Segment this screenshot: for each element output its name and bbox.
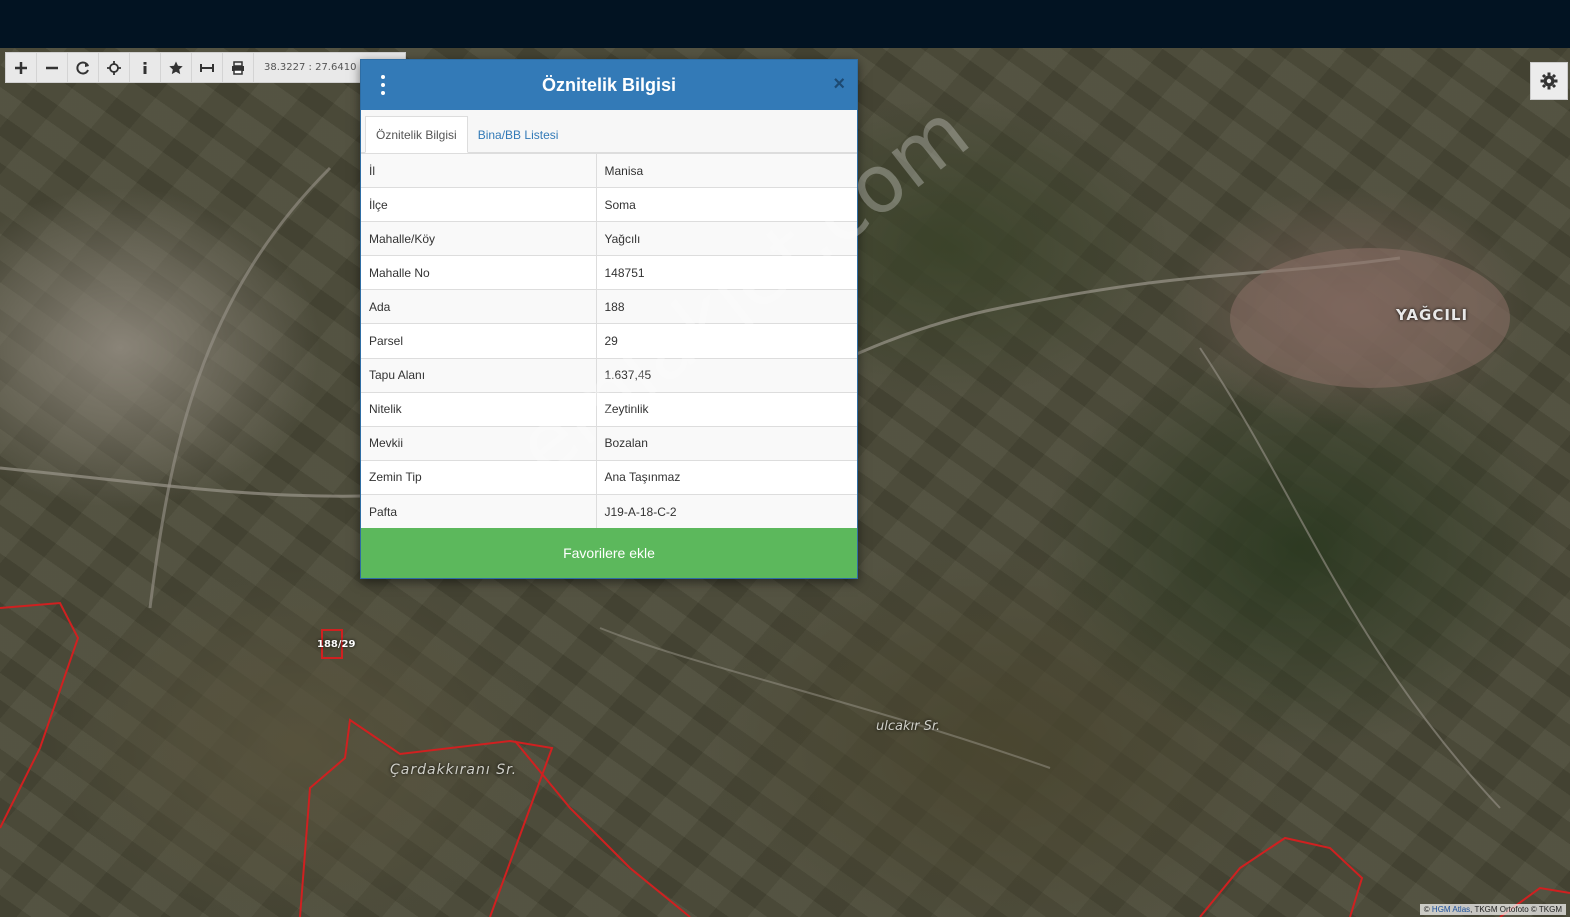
attribute-value: 148751 [596,255,857,290]
info-button[interactable] [130,53,161,82]
attribute-value: J19-A-18-C-2 [596,493,857,529]
coordinate-readout: 38.3227 : 27.6410 [264,62,357,73]
refresh-icon [76,61,89,74]
table-row: Pafta J19-A-18-C-2 [361,493,857,529]
gear-icon [1540,72,1558,90]
attribute-value: Yağcılı [596,221,857,256]
attribute-key: Pafta [361,493,597,529]
attribute-key: Parsel [361,323,597,359]
attribute-value: Zeytinlik [596,391,857,427]
attribution-text: , TKGM Ortofoto © TKGM [1470,905,1562,914]
attribution-link[interactable]: HGM Atlas [1432,905,1470,914]
measure-button[interactable] [192,53,223,82]
top-bar [0,0,1570,48]
crosshair-icon [107,60,121,75]
dialog-header: Öznitelik Bilgisi × [361,60,857,110]
zoom-in-button[interactable] [6,53,37,82]
minus-icon [46,66,58,69]
attribute-key: Ada [361,289,597,324]
close-button[interactable]: × [833,74,845,94]
parcel-label: 188/29 [317,639,356,650]
table-row: Ada 188 [361,289,857,324]
table-row: Nitelik Zeytinlik [361,391,857,427]
attribute-key: Mahalle No [361,255,597,290]
tab-building-list[interactable]: Bina/BB Listesi [468,116,569,153]
dialog-title: Öznitelik Bilgisi [541,75,677,95]
attribute-value: 29 [596,323,857,359]
zoom-out-button[interactable] [37,53,68,82]
attribute-value: 1.637,45 [596,357,857,393]
locality-label: Çardakkıranı Sr. [390,762,518,778]
print-button[interactable] [223,53,254,82]
attribute-table: İl Manisa İlçe Soma Mahalle/Köy Yağcılı Mahall… [361,152,857,529]
star-icon [169,61,183,74]
attribution-prefix: © [1423,905,1430,914]
refresh-button[interactable] [68,53,99,82]
table-row: Mahalle/Köy Yağcılı [361,221,857,256]
map-toolbar: 38.3227 : 27.6410 [5,52,406,83]
attribute-key: Nitelik [361,391,597,427]
village-label: YAĞCILI [1396,306,1469,324]
tab-attribute-info[interactable]: Öznitelik Bilgisi [365,116,468,153]
locality-label: ulcakır Sr. [876,719,941,734]
table-row: Parsel 29 [361,323,857,359]
table-row: İl Manisa [361,152,857,188]
measure-icon [200,63,214,72]
map-attribution: © HGM Atlas, TKGM Ortofoto © TKGM [1419,904,1566,915]
dialog-tabs: Öznitelik Bilgisi Bina/BB Listesi [361,110,857,153]
table-row: Zemin Tip Ana Taşınmaz [361,459,857,495]
table-row: Mevkii Bozalan [361,425,857,461]
attribute-dialog: Öznitelik Bilgisi × Öznitelik Bilgisi Bi… [360,59,858,579]
plus-icon [15,61,27,74]
table-row: Mahalle No 148751 [361,255,857,290]
printer-icon [232,60,244,75]
attribute-key: Tapu Alanı [361,357,597,393]
attribute-value: Manisa [596,152,857,188]
table-row: Tapu Alanı 1.637,45 [361,357,857,393]
table-row: İlçe Soma [361,187,857,222]
attribute-key: İlçe [361,187,597,222]
info-icon [143,61,147,74]
attribute-key: Mahalle/Köy [361,221,597,256]
attribute-key: Zemin Tip [361,459,597,495]
attribute-key: Mevkii [361,425,597,461]
attribute-key: İl [361,152,597,188]
attribute-value: Soma [596,187,857,222]
locate-button[interactable] [99,53,130,82]
attribute-value: Ana Taşınmaz [596,459,857,495]
add-favorite-button[interactable]: Favorilere ekle [361,528,857,578]
attribute-value: 188 [596,289,857,324]
attribute-value: Bozalan [596,425,857,461]
favorites-button[interactable] [161,53,192,82]
settings-button[interactable] [1530,62,1568,100]
